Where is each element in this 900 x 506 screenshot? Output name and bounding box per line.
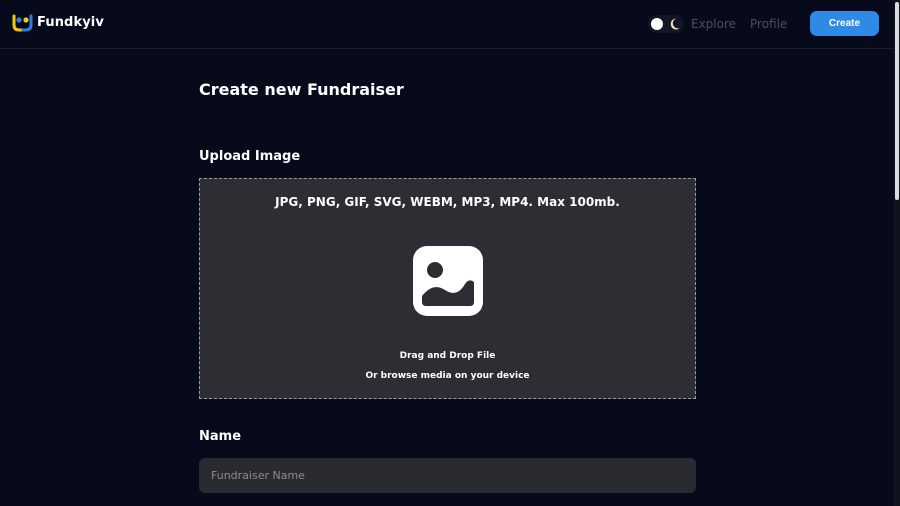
upload-image-label: Upload Image [199,149,301,164]
upload-dropzone[interactable]: JPG, PNG, GIF, SVG, WEBM, MP3, MP4. Max … [199,178,696,399]
accepted-formats-text: JPG, PNG, GIF, SVG, WEBM, MP3, MP4. Max … [275,195,620,209]
fundraiser-name-input[interactable] [199,458,696,493]
drag-drop-text: Drag and Drop File [399,351,496,361]
page-scrollbar[interactable] [894,0,900,506]
brand-link[interactable]: Fundkyiv [12,13,104,32]
name-label: Name [199,429,242,444]
browse-media-text[interactable]: Or browse media on your device [200,371,695,381]
fundkyiv-logo-icon [12,14,33,32]
sun-icon [651,18,663,30]
theme-toggle[interactable] [648,15,684,33]
image-icon [413,246,483,316]
page-title: Create new Fundraiser [199,80,404,99]
moon-icon [670,18,680,30]
create-button[interactable]: Create [810,11,879,36]
brand-name: Fundkyiv [37,15,104,30]
nav-profile-link[interactable]: Profile [750,17,787,31]
scrollbar-thumb[interactable] [895,2,899,200]
nav-explore-link[interactable]: Explore [691,17,736,31]
top-navbar: Fundkyiv Explore Profile Create [0,0,894,49]
